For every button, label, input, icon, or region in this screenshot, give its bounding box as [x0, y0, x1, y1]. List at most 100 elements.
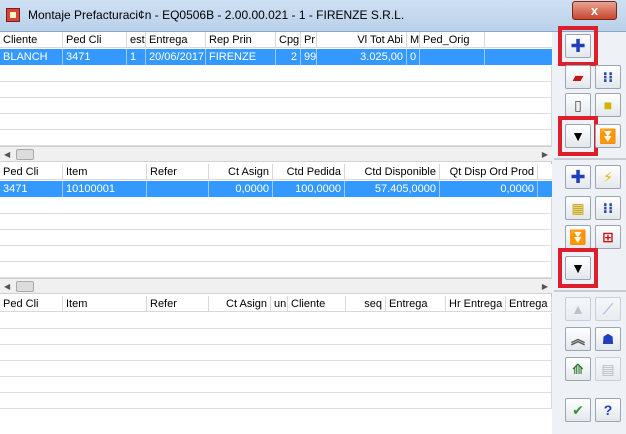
plus-icon: ✚ [570, 167, 586, 187]
empty-cell [0, 393, 552, 409]
lightning-button[interactable]: ⚡ [595, 165, 621, 189]
table-row[interactable]: BLANCH 3471 1 20/06/2017 FIRENZE 2 99 3.… [0, 49, 552, 65]
title-bar: Montaje Prefacturaci¢n - EQ0506B - 2.00.… [0, 0, 626, 32]
col-ped-orig[interactable]: Ped_Orig [420, 32, 485, 48]
col-un[interactable]: un [271, 296, 288, 312]
cell-vl-tot-abi: 3.025,00 [317, 49, 407, 65]
col-vl-tot-abi[interactable]: Vl Tot Abi [317, 32, 407, 48]
col-pr[interactable]: Pr [301, 32, 317, 48]
col-refer[interactable]: Refer [147, 296, 209, 312]
empty-cell [0, 114, 552, 130]
col-ped-cli[interactable]: Ped Cli [0, 296, 63, 312]
cell-rep-prin: FIRENZE [206, 49, 276, 65]
plus-icon: ✚ [570, 36, 586, 56]
step-down-icon: ⏬ [599, 128, 617, 144]
scroll-thumb[interactable] [16, 149, 34, 160]
help-icon: ? [603, 402, 613, 418]
note-button[interactable]: ■ [595, 93, 621, 117]
col-ctd-pedida[interactable]: Ctd Pedida [273, 164, 345, 180]
step-down-button-2[interactable]: ⏬ [565, 225, 591, 249]
empty-row [0, 361, 552, 377]
empty-row [0, 262, 552, 278]
scroll-left-icon[interactable]: ◀ [4, 150, 10, 159]
add-order-button[interactable]: ✚ [565, 34, 591, 58]
empty-row [0, 246, 552, 262]
item-grid-hscroll[interactable]: ◀ ▶ [0, 278, 552, 294]
help-button[interactable]: ? [595, 398, 621, 422]
empty-row [0, 377, 552, 393]
empty-cell [0, 329, 552, 345]
empty-row [0, 313, 552, 329]
tag-button[interactable]: ▰ [565, 65, 591, 89]
grid-button-2[interactable]: ⁝⁝ [595, 196, 621, 220]
scroll-left-icon[interactable]: ◀ [4, 282, 10, 291]
grid-button[interactable]: ⁝⁝ [595, 65, 621, 89]
col-ctd-disponible[interactable]: Ctd Disponible [345, 164, 440, 180]
lightning-icon: ⚡ [603, 169, 613, 185]
empty-row [0, 345, 552, 361]
empty-cell [0, 377, 552, 393]
cell-ctd-disponible: 57.405,0000 [345, 181, 440, 197]
col-ct-asign[interactable]: Ct Asign [209, 296, 271, 312]
empty-cell [0, 345, 552, 361]
chart-button[interactable]: ⟰ [565, 357, 591, 381]
empty-row [0, 98, 552, 114]
empty-row [0, 130, 552, 146]
empty-row [0, 198, 552, 214]
move-up-button[interactable]: ▲ [565, 297, 591, 321]
col-cliente[interactable]: Cliente [0, 32, 63, 48]
col-hr-entrega[interactable]: Hr Entrega [446, 296, 506, 312]
scroll-right-icon[interactable]: ▶ [542, 150, 548, 159]
table-button[interactable]: ▤ [595, 357, 621, 381]
move-down-button[interactable]: ▼ [565, 124, 591, 148]
col-entrega-2[interactable]: Entrega [506, 296, 552, 312]
scroll-right-icon[interactable]: ▶ [542, 282, 548, 291]
building-button[interactable]: ▦ [565, 196, 591, 220]
tree-button[interactable]: ⊞ [595, 225, 621, 249]
double-up-button[interactable]: ︽ [565, 327, 591, 351]
chart-icon: ⟰ [572, 361, 584, 377]
col-ped-cli[interactable]: Ped Cli [63, 32, 127, 48]
scroll-thumb[interactable] [16, 281, 34, 292]
col-ct-asign[interactable]: Ct Asign [209, 164, 273, 180]
add-item-button[interactable]: ✚ [565, 165, 591, 189]
user-icon: ☗ [601, 331, 615, 347]
col-rep-prin[interactable]: Rep Prin [206, 32, 276, 48]
grid-icon: ⁝⁝ [602, 200, 614, 216]
close-button[interactable]: x [572, 1, 617, 20]
empty-cell [0, 198, 552, 214]
col-qt-disp-ord-prod[interactable]: Qt Disp Ord Prod [440, 164, 538, 180]
col-entrega[interactable]: Entrega [386, 296, 446, 312]
order-grid-hscroll[interactable]: ◀ ▶ [0, 146, 552, 162]
toolbar-separator [554, 158, 626, 160]
col-seq[interactable]: seq [346, 296, 386, 312]
col-item[interactable]: Item [63, 296, 147, 312]
step-down-button[interactable]: ⏬ [595, 124, 621, 148]
confirm-button[interactable]: ✔ [565, 398, 591, 422]
empty-cell [0, 313, 552, 329]
grid-icon: ⁝⁝ [602, 69, 614, 85]
side-toolbar: ✚ ▰ ⁝⁝ ▯ ■ ▼ ⏬ ✚ ⚡ ▦ ⁝⁝ ⏬ ⊞ ▼ ▲ ⟋ ︽ ☗ ⟰ … [554, 26, 626, 434]
empty-cell [0, 246, 552, 262]
col-est[interactable]: est [127, 32, 146, 48]
order-grid: Cliente Ped Cli est Entrega Rep Prin Cpg… [0, 32, 552, 146]
empty-row [0, 82, 552, 98]
col-cliente[interactable]: Cliente [288, 296, 346, 312]
empty-cell [0, 361, 552, 377]
line-button[interactable]: ⟋ [595, 297, 621, 321]
col-ped-cli[interactable]: Ped Cli [0, 164, 63, 180]
new-doc-button[interactable]: ▯ [565, 93, 591, 117]
check-icon: ✔ [572, 402, 584, 418]
user-button[interactable]: ☗ [595, 327, 621, 351]
stack-icon: ▰ [572, 69, 584, 85]
col-m[interactable]: M [407, 32, 420, 48]
move-down-item-button[interactable]: ▼ [565, 256, 591, 280]
note-icon: ■ [603, 97, 613, 113]
col-item[interactable]: Item [63, 164, 147, 180]
col-cpg[interactable]: Cpg [276, 32, 301, 48]
empty-row [0, 393, 552, 409]
table-row[interactable]: 3471 10100001 0,0000 100,0000 57.405,000… [0, 181, 552, 197]
col-entrega[interactable]: Entrega [146, 32, 206, 48]
line-icon: ⟋ [603, 301, 613, 317]
col-refer[interactable]: Refer [147, 164, 209, 180]
